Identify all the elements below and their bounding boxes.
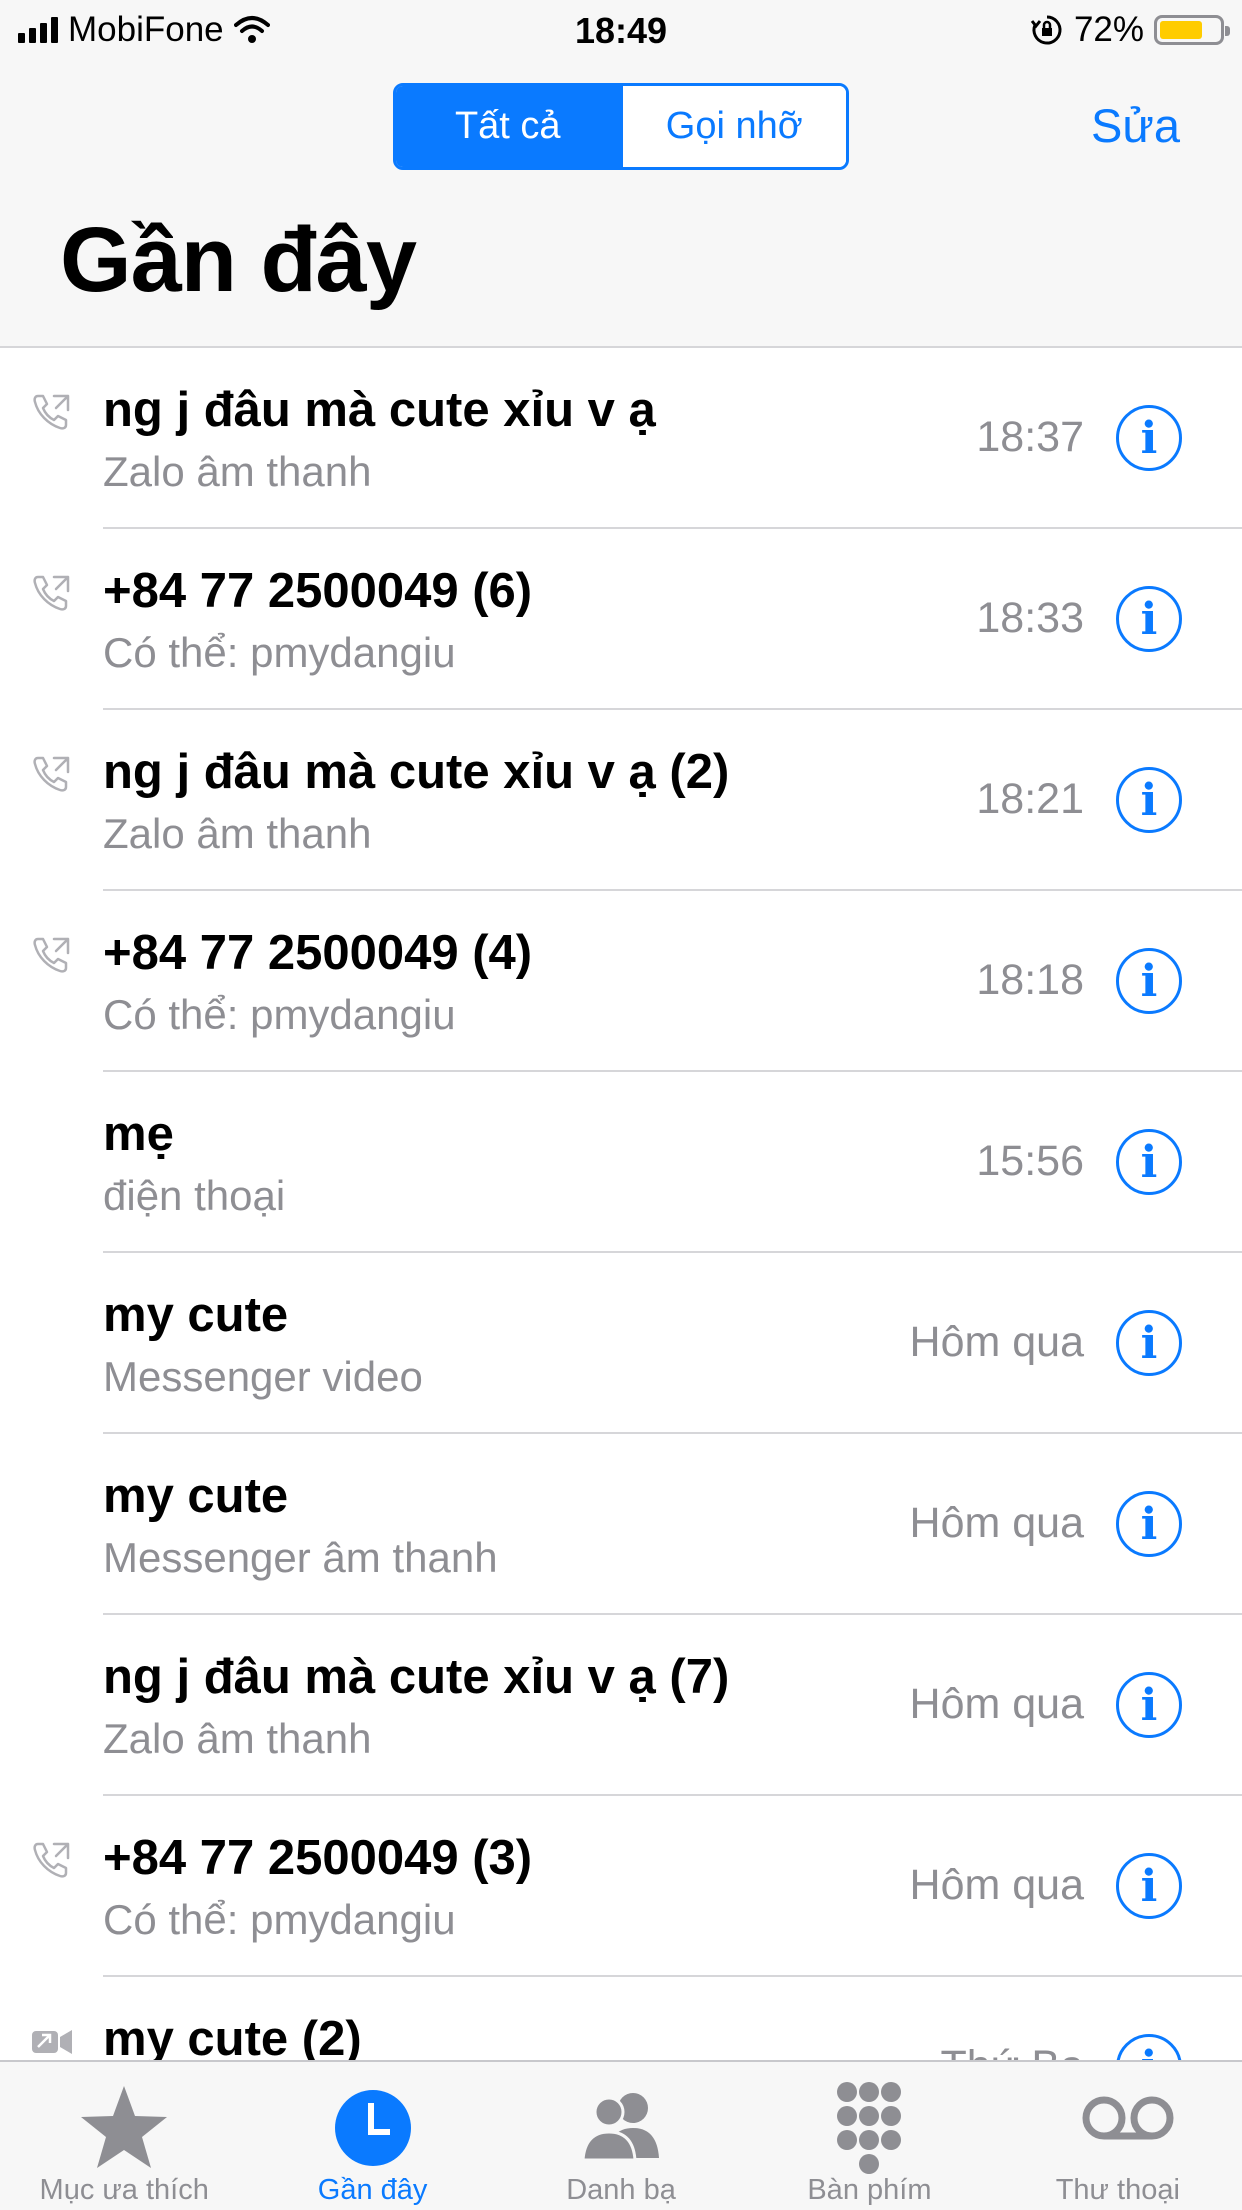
status-right: 72% [1030,10,1230,50]
info-button[interactable]: i [1116,1491,1182,1557]
caller-name: mẹ [103,1107,174,1161]
outgoing-video-icon [30,2019,74,2060]
caller-name: my cute (2) [103,2012,362,2060]
info-button[interactable]: i [1116,586,1182,652]
info-button[interactable]: i [1116,405,1182,471]
call-time: 15:56 [976,1137,1084,1185]
caller-name: +84 77 2500049 (6) [103,564,533,618]
outgoing-call-icon [30,1838,74,1882]
call-row[interactable]: ng j đâu mà cute xỉu v ạ (7) Zalo âm than… [0,1615,1242,1796]
info-button[interactable]: i [1116,1672,1182,1738]
info-button[interactable]: i [1116,2034,1182,2060]
tab-label: Bàn phím [807,2174,932,2206]
tab-label: Mục ưa thích [39,2174,209,2206]
call-time: Hôm qua [909,1680,1084,1728]
info-button[interactable]: i [1116,1310,1182,1376]
clock-icon [323,2078,423,2178]
call-type-label: Messenger âm thanh [103,1534,498,1581]
info-button[interactable]: i [1116,767,1182,833]
voicemail-icon [1068,2078,1174,2178]
caller-name: my cute [103,1288,289,1342]
tab-label: Gần đây [317,2174,428,2206]
battery-percent: 72% [1073,10,1144,49]
page-title: Gần đây [60,209,417,311]
info-button[interactable]: i [1116,948,1182,1014]
call-row[interactable]: ng j đâu mà cute xỉu v ạ (2) Zalo âm than… [0,710,1242,891]
call-row[interactable]: my cute (2) Thứ Ba i [0,1977,1242,2060]
tab-contacts[interactable]: Danh bạ [497,2062,745,2210]
tab-keypad[interactable]: Bàn phím [745,2062,993,2210]
navigation-header: MobiFone 18:49 72% Tất cả Gọi nhỡ Sửa Gầ… [0,0,1242,348]
outgoing-call-icon [30,752,74,796]
outgoing-call-icon [30,571,74,615]
call-type-label: Có thể: pmydangiu [103,629,456,676]
call-time: 18:18 [976,956,1084,1004]
call-row[interactable]: +84 77 2500049 (6) Có thể: pmydangiu 18:33… [0,529,1242,710]
filter-segmented-control: Tất cả Gọi nhỡ [393,83,849,170]
tab-label: Thư thoại [1055,2174,1180,2206]
call-type-label: Messenger video [103,1353,423,1400]
tab-voicemail[interactable]: Thư thoại [994,2062,1242,2210]
call-type-label: Zalo âm thanh [103,810,372,857]
star-icon [74,2078,174,2178]
tab-bar: Mục ưa thích Gần đây Danh bạ Bàn phím Thư th… [0,2060,1242,2210]
outgoing-call-icon [30,933,74,977]
edit-button[interactable]: Sửa [1091,98,1180,153]
battery-fill [1160,21,1202,39]
call-type-label: Có thể: pmydangiu [103,991,456,1038]
call-row[interactable]: mẹ điện thoại 15:56 i [0,1072,1242,1253]
segment-all[interactable]: Tất cả [396,86,620,167]
info-button[interactable]: i [1116,1129,1182,1195]
call-type-label: Zalo âm thanh [103,1715,372,1762]
call-type-label: Có thể: pmydangiu [103,1896,456,1943]
call-time: Hôm qua [909,1499,1084,1547]
status-bar: MobiFone 18:49 72% [0,0,1242,62]
call-type-label: Zalo âm thanh [103,448,372,495]
caller-name: ng j đâu mà cute xỉu v ạ (7) [103,1650,730,1704]
info-button[interactable]: i [1116,1853,1182,1919]
caller-name: ng j đâu mà cute xỉu v ạ [103,383,656,437]
call-type-label: điện thoại [103,1172,286,1219]
call-row[interactable]: my cute Messenger âm thanh Hôm qua i [0,1434,1242,1615]
call-time: 18:21 [976,775,1084,823]
call-row[interactable]: my cute Messenger video Hôm qua i [0,1253,1242,1434]
call-time: Hôm qua [909,1318,1084,1366]
call-row[interactable]: +84 77 2500049 (3) Có thể: pmydangiu Hôm q… [0,1796,1242,1977]
tab-label: Danh bạ [566,2174,676,2206]
call-time: Thứ Ba [940,2042,1084,2060]
caller-name: my cute [103,1469,289,1523]
call-time: 18:37 [976,413,1084,461]
caller-name: +84 77 2500049 (3) [103,1831,533,1885]
tab-clock[interactable]: Gần đây [248,2062,496,2210]
contacts-icon [571,2078,671,2178]
battery-icon [1154,15,1230,45]
outgoing-call-icon [30,390,74,434]
caller-name: ng j đâu mà cute xỉu v ạ (2) [103,745,730,799]
rotation-lock-icon [1030,15,1062,45]
call-row[interactable]: +84 77 2500049 (4) Có thể: pmydangiu 18:18… [0,891,1242,1072]
call-time: Hôm qua [909,1861,1084,1909]
caller-name: +84 77 2500049 (4) [103,926,533,980]
tab-star[interactable]: Mục ưa thích [0,2062,248,2210]
keypad-icon [819,2078,919,2178]
call-row[interactable]: ng j đâu mà cute xỉu v ạ Zalo âm thanh 18:… [0,348,1242,529]
segment-missed[interactable]: Gọi nhỡ [619,86,846,167]
recent-calls-list[interactable]: ng j đâu mà cute xỉu v ạ Zalo âm thanh 18:… [0,348,1242,2060]
call-time: 18:33 [976,594,1084,642]
